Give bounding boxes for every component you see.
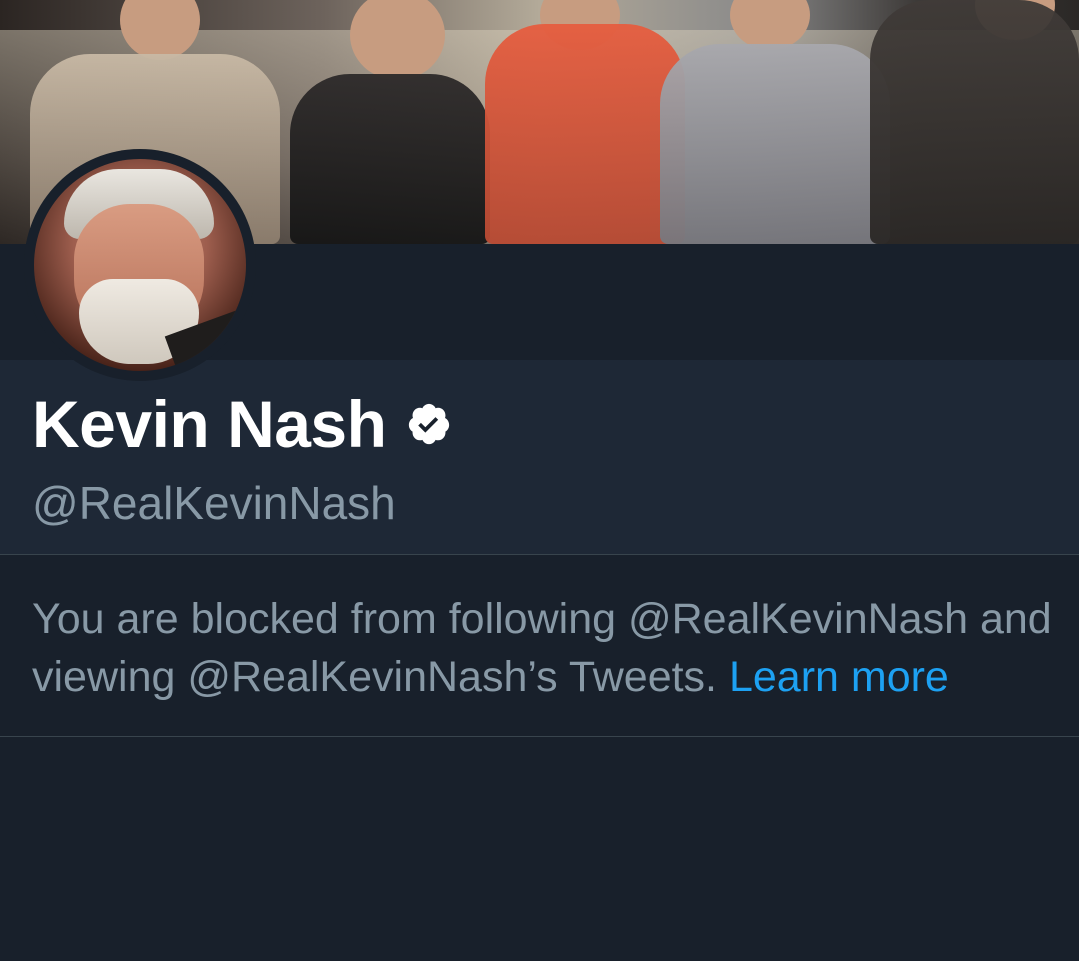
profile-page: Kevin Nash @RealKevinNash You are blocke… <box>0 0 1079 961</box>
avatar-image <box>34 159 246 371</box>
banner-figure <box>870 0 1079 244</box>
divider <box>0 736 1079 737</box>
banner-figure <box>290 74 490 244</box>
divider <box>0 554 1079 555</box>
profile-handle: @RealKevinNash <box>32 477 396 529</box>
avatar[interactable] <box>24 149 256 381</box>
verified-badge-icon <box>406 401 452 447</box>
banner-figure <box>660 44 890 244</box>
banner-figure <box>485 24 685 244</box>
display-name: Kevin Nash <box>32 387 387 461</box>
profile-name-row: Kevin Nash <box>32 384 452 464</box>
learn-more-link[interactable]: Learn more <box>729 653 949 701</box>
blocked-message: You are blocked from following @RealKevi… <box>32 590 1062 706</box>
